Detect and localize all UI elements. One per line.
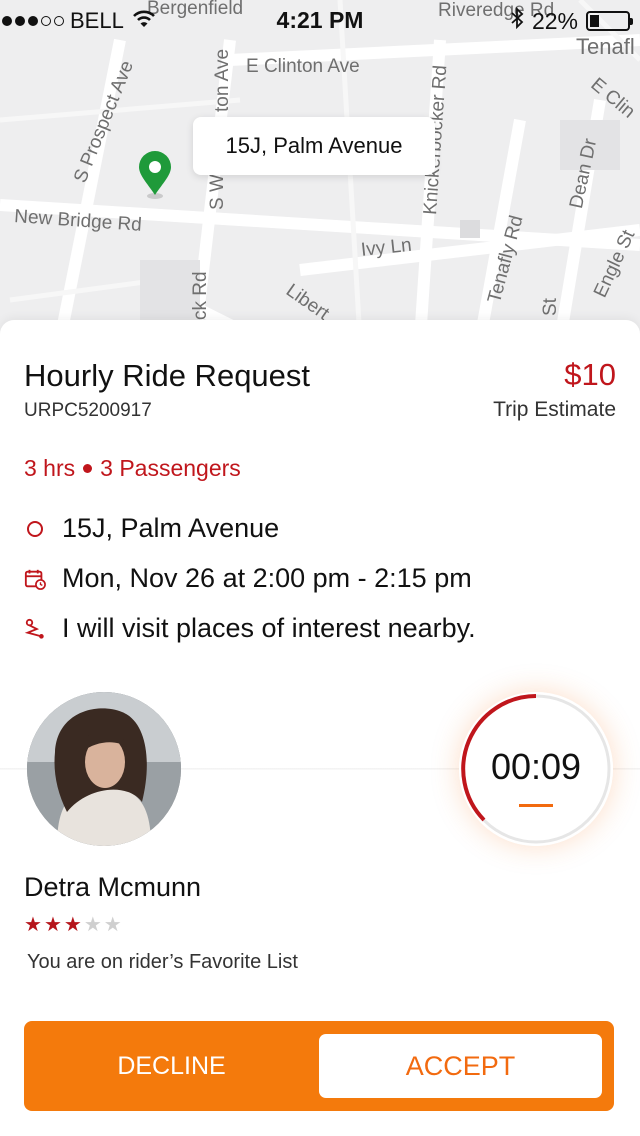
- star-icon: ★: [24, 914, 42, 936]
- trip-price: $10: [564, 357, 616, 392]
- ride-duration: 3 hrs: [24, 455, 76, 481]
- map-street-label: E Clinton Ave: [246, 56, 360, 77]
- ride-passengers: 3 Passengers: [100, 455, 241, 481]
- map-street-label: ck Rd: [190, 271, 211, 320]
- pickup-location-row: 15J, Palm Avenue: [24, 513, 279, 544]
- map-street-label: St: [540, 298, 561, 316]
- rider-rating: ★ ★ ★ ★ ★: [24, 912, 122, 937]
- pin-label-bubble[interactable]: 15J, Palm Avenue: [193, 117, 435, 175]
- bullet-separator: [83, 464, 93, 473]
- request-title: Hourly Ride Request: [24, 358, 311, 393]
- calendar-clock-icon: [24, 568, 46, 590]
- map-street-label: S W: [207, 174, 228, 210]
- timer-value: 00:09: [490, 746, 582, 787]
- star-icon: ★: [83, 914, 102, 936]
- status-bar: BELL 4:21 PM 22%: [0, 0, 640, 40]
- location-circle-icon: [24, 518, 46, 540]
- decline-button[interactable]: DECLINE: [24, 1021, 319, 1111]
- battery-percent: 22%: [531, 7, 578, 34]
- note-row: I will visit places of interest nearby.: [24, 613, 476, 644]
- map-view[interactable]: Bergenfield E Clinton Ave S Prospect Ave…: [0, 0, 640, 340]
- ride-schedule: Mon, Nov 26 at 2:00 pm - 2:15 pm: [62, 563, 472, 593]
- star-icon: ★: [63, 914, 82, 936]
- star-icon: ★: [103, 914, 122, 936]
- rider-avatar[interactable]: [27, 692, 181, 846]
- pickup-location: 15J, Palm Avenue: [62, 513, 280, 543]
- battery-icon: [586, 11, 633, 31]
- favorite-status: You are on rider’s Favorite List: [27, 951, 298, 973]
- star-icon: ★: [43, 914, 62, 936]
- rider-name: Detra Mcmunn: [24, 872, 202, 902]
- map-street-label: ton Ave: [212, 48, 233, 112]
- schedule-row: Mon, Nov 26 at 2:00 pm - 2:15 pm: [24, 563, 472, 594]
- action-bar: DECLINE ACCEPT: [24, 1021, 614, 1111]
- countdown-timer: 00:09: [459, 692, 613, 846]
- trip-estimate-label: Trip Estimate: [493, 398, 616, 421]
- accept-button[interactable]: ACCEPT: [319, 1034, 602, 1098]
- request-code: URPC5200917: [24, 400, 152, 421]
- bluetooth-icon: [510, 6, 524, 35]
- route-icon: [24, 618, 46, 640]
- timer-underline: [519, 804, 553, 807]
- ride-note: I will visit places of interest nearby.: [62, 613, 476, 643]
- ride-meta: 3 hrs 3 Passengers: [24, 455, 241, 482]
